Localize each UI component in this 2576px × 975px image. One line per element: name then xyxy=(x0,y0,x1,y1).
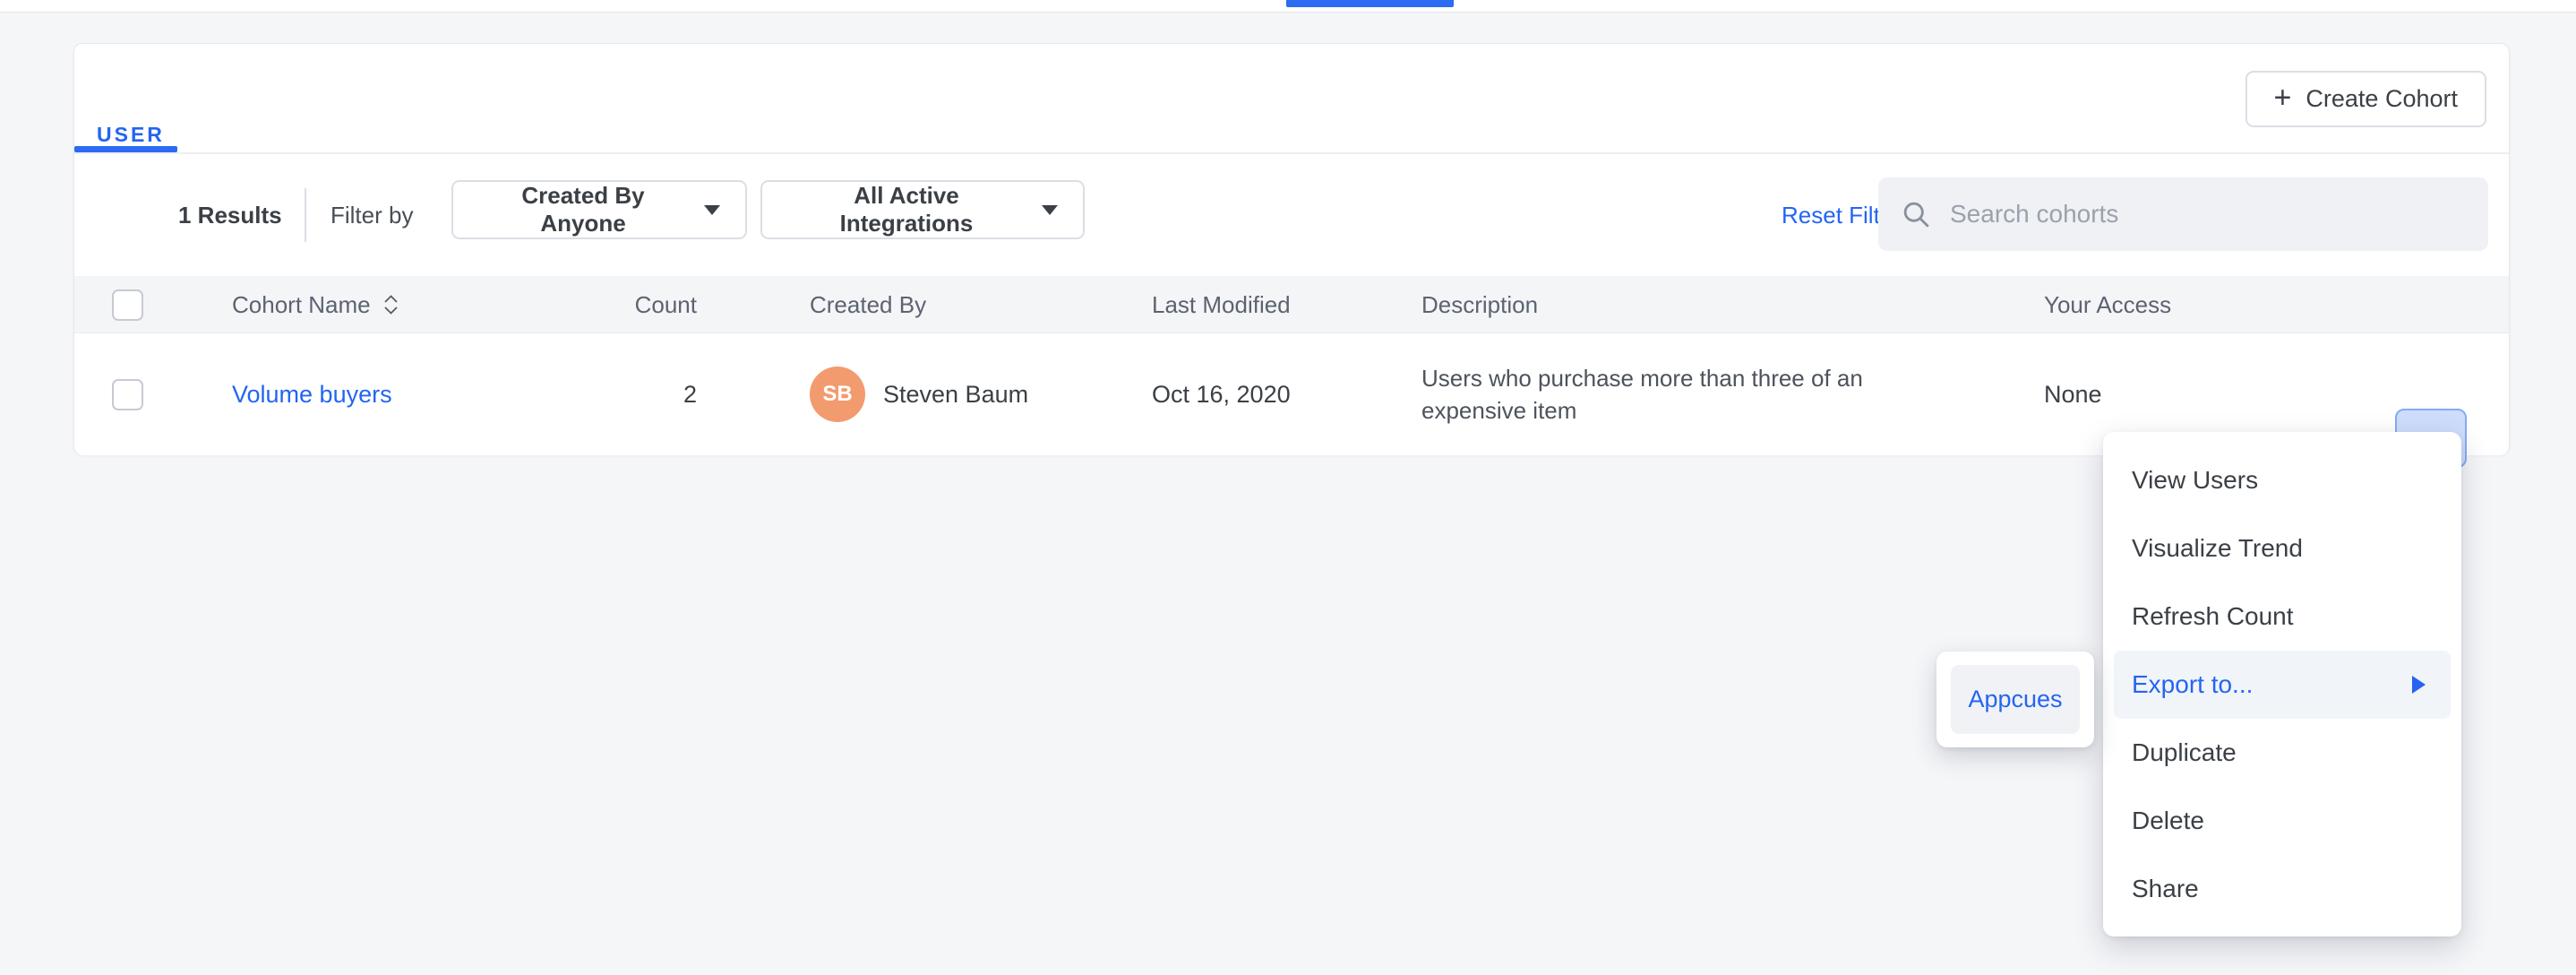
last-modified-cell: Oct 16, 2020 xyxy=(1152,333,1291,455)
header-cohort-name-label: Cohort Name xyxy=(232,291,371,319)
created-by-filter-value: Created By Anyone xyxy=(478,182,688,237)
integrations-filter-dropdown[interactable]: All Active Integrations xyxy=(760,180,1085,239)
search-cohorts-input[interactable] xyxy=(1950,200,2467,229)
search-icon xyxy=(1900,198,1932,230)
top-nav-active-tab-indicator xyxy=(1286,0,1454,7)
header-your-access[interactable]: Your Access xyxy=(2044,276,2171,333)
row-actions-menu: View Users Visualize Trend Refresh Count… xyxy=(2103,432,2461,936)
menu-item-refresh-count[interactable]: Refresh Count xyxy=(2114,582,2451,651)
cohort-name-link[interactable]: Volume buyers xyxy=(232,381,392,409)
active-tab-underline xyxy=(74,146,177,152)
cohort-count: 2 xyxy=(504,333,697,455)
results-count: 1 Results xyxy=(178,154,282,276)
table-header-row: Cohort Name Count Created By Last Modifi… xyxy=(74,276,2509,333)
select-all-checkbox-cell xyxy=(112,276,143,333)
tab-user[interactable]: USER xyxy=(97,123,165,147)
plus-icon: + xyxy=(2274,82,2292,113)
menu-item-export-to-label: Export to... xyxy=(2132,670,2253,699)
header-count[interactable]: Count xyxy=(504,276,697,333)
row-checkbox[interactable] xyxy=(112,379,143,410)
panel-tab-bar: USER + Create Cohort xyxy=(74,44,2509,154)
cohorts-panel: USER + Create Cohort 1 Results Filter by… xyxy=(73,43,2510,455)
menu-item-duplicate[interactable]: Duplicate xyxy=(2114,719,2451,787)
header-cohort-name[interactable]: Cohort Name xyxy=(232,276,399,333)
header-last-modified[interactable]: Last Modified xyxy=(1152,276,1291,333)
row-checkbox-cell xyxy=(112,333,143,455)
header-created-by[interactable]: Created By xyxy=(810,276,926,333)
menu-item-share[interactable]: Share xyxy=(2114,855,2451,923)
menu-item-export-to[interactable]: Export to... xyxy=(2114,651,2451,719)
integrations-filter-value: All Active Integrations xyxy=(787,182,1026,237)
chevron-down-icon xyxy=(1042,205,1058,215)
menu-item-delete[interactable]: Delete xyxy=(2114,787,2451,855)
search-box[interactable] xyxy=(1878,177,2488,251)
filter-divider xyxy=(305,188,306,242)
create-cohort-label: Create Cohort xyxy=(2306,85,2458,113)
filter-bar: 1 Results Filter by Created By Anyone Al… xyxy=(74,154,2509,276)
description-cell: Users who purchase more than three of an… xyxy=(1421,333,1863,455)
created-by-cell: SB Steven Baum xyxy=(810,333,1028,455)
arrow-right-icon xyxy=(2412,676,2426,694)
your-access-cell: None xyxy=(2044,333,2102,455)
submenu-item-appcues[interactable]: Appcues xyxy=(1951,665,2080,734)
description-line-2: expensive item xyxy=(1421,396,1863,425)
filter-by-label: Filter by xyxy=(331,154,413,276)
chevron-down-icon xyxy=(704,205,720,215)
menu-item-visualize-trend[interactable]: Visualize Trend xyxy=(2114,514,2451,582)
created-by-filter-dropdown[interactable]: Created By Anyone xyxy=(451,180,747,239)
avatar: SB xyxy=(810,367,865,422)
sort-icon xyxy=(383,295,399,315)
menu-item-view-users[interactable]: View Users xyxy=(2114,446,2451,514)
creator-name: Steven Baum xyxy=(883,381,1028,409)
export-submenu: Appcues xyxy=(1936,651,2094,747)
header-description[interactable]: Description xyxy=(1421,276,1538,333)
select-all-checkbox[interactable] xyxy=(112,289,143,321)
description-line-1: Users who purchase more than three of an xyxy=(1421,364,1863,393)
create-cohort-button[interactable]: + Create Cohort xyxy=(2245,71,2486,127)
cohorts-screen: USER + Create Cohort 1 Results Filter by… xyxy=(0,0,2576,975)
